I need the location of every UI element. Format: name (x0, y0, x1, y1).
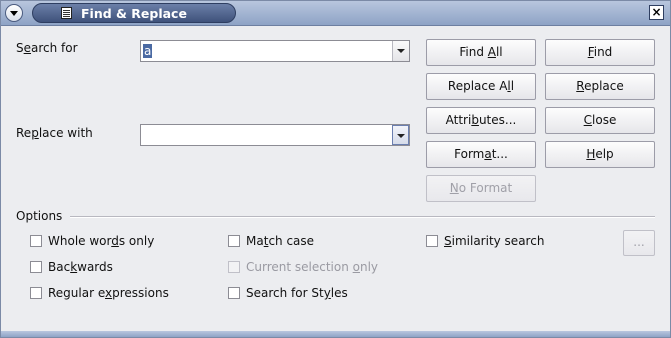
search-input[interactable]: a (143, 44, 153, 58)
checkbox-box[interactable] (228, 235, 240, 247)
title-pill: Find & Replace (32, 3, 236, 23)
whole-words-label: Whole words only (48, 234, 155, 248)
document-icon (61, 7, 72, 19)
window-title: Find & Replace (81, 6, 187, 21)
similarity-options-button[interactable]: ... (623, 230, 655, 256)
regular-expressions-label: Regular expressions (48, 286, 169, 300)
checkbox-box[interactable] (228, 261, 240, 273)
find-replace-dialog: Find & Replace × Search for a Replace wi… (0, 0, 671, 338)
search-for-label: Search for (16, 41, 78, 55)
replace-button[interactable]: Replace (545, 73, 655, 100)
options-heading: Options (16, 209, 63, 223)
search-combo[interactable]: a (140, 40, 410, 62)
match-case-label: Match case (246, 234, 315, 248)
window-bottom-border (1, 331, 670, 337)
checkbox-box[interactable] (426, 235, 438, 247)
close-button[interactable]: Close (545, 107, 655, 134)
checkbox-box[interactable] (30, 261, 42, 273)
close-window-button[interactable]: × (649, 5, 664, 20)
no-format-button[interactable]: No Format (426, 175, 536, 202)
find-button[interactable]: Find (545, 39, 655, 66)
replace-combo[interactable] (140, 124, 410, 146)
search-dropdown-arrow-icon[interactable] (392, 41, 409, 61)
replace-dropdown-arrow-icon[interactable] (392, 125, 409, 145)
checkbox-box[interactable] (30, 235, 42, 247)
title-bar: Find & Replace × (1, 1, 670, 26)
search-for-styles-label: Search for Styles (246, 286, 348, 300)
help-button[interactable]: Help (545, 141, 655, 168)
replace-all-button[interactable]: Replace All (426, 73, 536, 100)
options-separator (70, 216, 655, 218)
replace-with-label: Replace with (16, 126, 93, 140)
current-selection-only-label: Current selection only (246, 260, 379, 274)
find-all-button[interactable]: Find All (426, 39, 536, 66)
window-menu-button[interactable] (5, 4, 23, 22)
checkbox-box[interactable] (30, 287, 42, 299)
backwards-label: Backwards (48, 260, 113, 274)
checkbox-box[interactable] (228, 287, 240, 299)
attributes-button[interactable]: Attributes... (426, 107, 536, 134)
format-button[interactable]: Format... (426, 141, 536, 168)
similarity-search-label: Similarity search (444, 234, 545, 248)
